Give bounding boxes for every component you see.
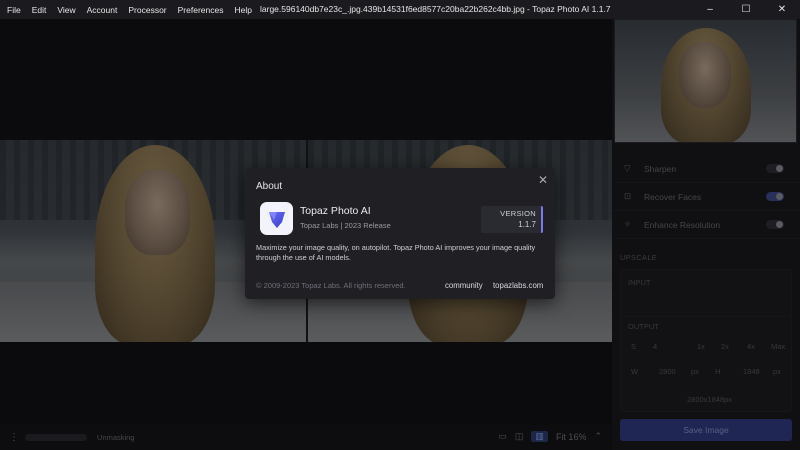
menu-edit[interactable]: Edit <box>32 5 47 15</box>
menu-view[interactable]: View <box>57 5 75 15</box>
menu-preferences[interactable]: Preferences <box>178 5 224 15</box>
app-subtitle: Topaz Labs | 2023 Release <box>300 221 391 230</box>
dialog-title: About <box>256 181 283 192</box>
window-controls: – ☐ ✕ <box>692 0 800 19</box>
minimize-button[interactable]: – <box>692 0 728 19</box>
close-window-button[interactable]: ✕ <box>764 0 800 19</box>
app-description: Maximize your image quality, on autopilo… <box>256 243 536 262</box>
version-box: VERSION 1.1.7 <box>481 206 543 233</box>
version-value: 1.1.7 <box>518 220 536 229</box>
menu-help[interactable]: Help <box>234 5 251 15</box>
community-link[interactable]: community <box>445 281 483 290</box>
close-icon[interactable]: ✕ <box>537 173 549 187</box>
title-bar: File Edit View Account Processor Prefere… <box>0 0 800 19</box>
app-name: Topaz Photo AI <box>300 205 371 217</box>
maximize-button[interactable]: ☐ <box>728 0 764 19</box>
window-title: large.596140db7e23c_.jpg.439b14531f6ed85… <box>260 4 611 14</box>
menu-processor[interactable]: Processor <box>128 5 166 15</box>
version-label: VERSION <box>500 209 536 218</box>
menu-file[interactable]: File <box>7 5 21 15</box>
about-dialog: About ✕ Topaz Photo AI Topaz Labs | 2023… <box>245 168 555 299</box>
menu-account[interactable]: Account <box>87 5 118 15</box>
copyright-text: © 2009-2023 Topaz Labs. All rights reser… <box>256 281 406 290</box>
website-link[interactable]: topazlabs.com <box>493 281 543 290</box>
topaz-logo-icon <box>260 202 293 235</box>
menu-bar: File Edit View Account Processor Prefere… <box>0 5 263 15</box>
